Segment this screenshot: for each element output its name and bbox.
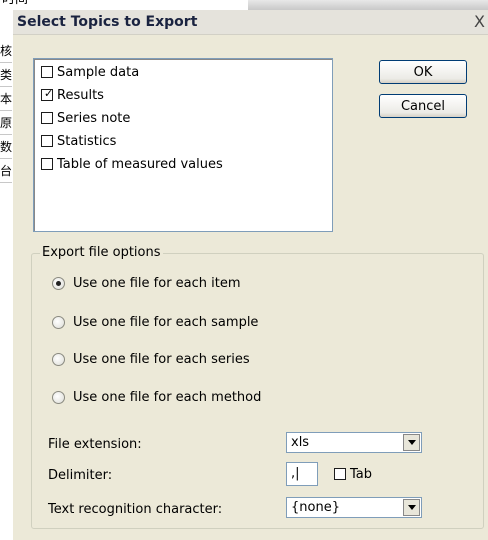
export-dialog: Select Topics to Export X Sample data ✓ … — [12, 10, 488, 540]
topic-label: Series note — [57, 110, 131, 126]
radio-each-sample[interactable]: Use one file for each sample — [52, 312, 258, 332]
radio-button[interactable] — [52, 352, 65, 366]
text-recognition-select[interactable]: {none} — [286, 497, 422, 518]
radio-label: Use one file for each item — [73, 275, 241, 291]
topic-item-results[interactable]: ✓ Results — [41, 85, 104, 105]
background-cell: 本 — [0, 88, 12, 111]
topic-label: Results — [57, 87, 104, 103]
radio-label: Use one file for each sample — [73, 314, 259, 330]
topic-item-table-of-measured-values[interactable]: Table of measured values — [41, 154, 223, 174]
dialog-titlebar[interactable]: Select Topics to Export X — [13, 10, 488, 35]
radio-each-series[interactable]: Use one file for each series — [52, 349, 250, 369]
radio-button[interactable] — [52, 390, 65, 404]
checkbox[interactable] — [334, 468, 346, 480]
checkbox[interactable]: ✓ — [41, 87, 54, 101]
group-label: Export file options — [40, 245, 163, 260]
checkbox[interactable] — [41, 158, 53, 170]
radio-button[interactable] — [52, 276, 65, 290]
check-icon: ✓ — [44, 87, 54, 100]
ok-button[interactable]: OK — [379, 60, 467, 84]
text-recognition-label: Text recognition character: — [48, 502, 223, 517]
checkbox[interactable] — [41, 135, 53, 147]
export-options-group: Export file options Use one file for eac… — [31, 245, 484, 529]
topics-listbox[interactable]: Sample data ✓ Results Series note Statis… — [33, 58, 333, 232]
delimiter-label: Delimiter: — [48, 468, 113, 483]
topic-label: Sample data — [57, 64, 140, 80]
tab-checkbox[interactable]: Tab — [334, 464, 372, 484]
file-extension-value: xls — [291, 435, 310, 450]
topic-item-series-note[interactable]: Series note — [41, 108, 130, 128]
checkbox[interactable] — [41, 66, 53, 78]
topic-label: Table of measured values — [57, 156, 223, 172]
radio-each-item[interactable]: Use one file for each item — [52, 273, 241, 293]
chevron-down-icon[interactable] — [403, 499, 420, 516]
topic-item-sample-data[interactable]: Sample data — [41, 62, 139, 82]
topic-label: Statistics — [57, 133, 117, 149]
radio-label: Use one file for each series — [73, 351, 250, 367]
background-cell: 数 — [0, 136, 12, 159]
radio-each-method[interactable]: Use one file for each method — [52, 387, 261, 407]
background-header-text: 时间 — [0, 0, 28, 7]
delimiter-input[interactable]: ,| — [286, 462, 318, 486]
radio-button[interactable] — [52, 315, 65, 329]
background-cell: 台 — [0, 160, 12, 183]
background-cell: 原 — [0, 112, 12, 135]
text-recognition-value: {none} — [291, 500, 340, 515]
cancel-button[interactable]: Cancel — [379, 94, 467, 118]
file-extension-select[interactable]: xls — [286, 432, 422, 453]
background-cell: 类 — [0, 64, 12, 87]
radio-label: Use one file for each method — [73, 389, 262, 405]
file-extension-label: File extension: — [48, 437, 142, 452]
background-toolbar — [248, 0, 488, 10]
background-cell: 核 — [0, 40, 12, 63]
topic-item-statistics[interactable]: Statistics — [41, 131, 116, 151]
dialog-title: Select Topics to Export — [17, 14, 198, 30]
close-icon[interactable]: X — [474, 12, 485, 31]
tab-label: Tab — [350, 466, 373, 482]
checkbox[interactable] — [41, 112, 53, 124]
chevron-down-icon[interactable] — [403, 434, 420, 451]
